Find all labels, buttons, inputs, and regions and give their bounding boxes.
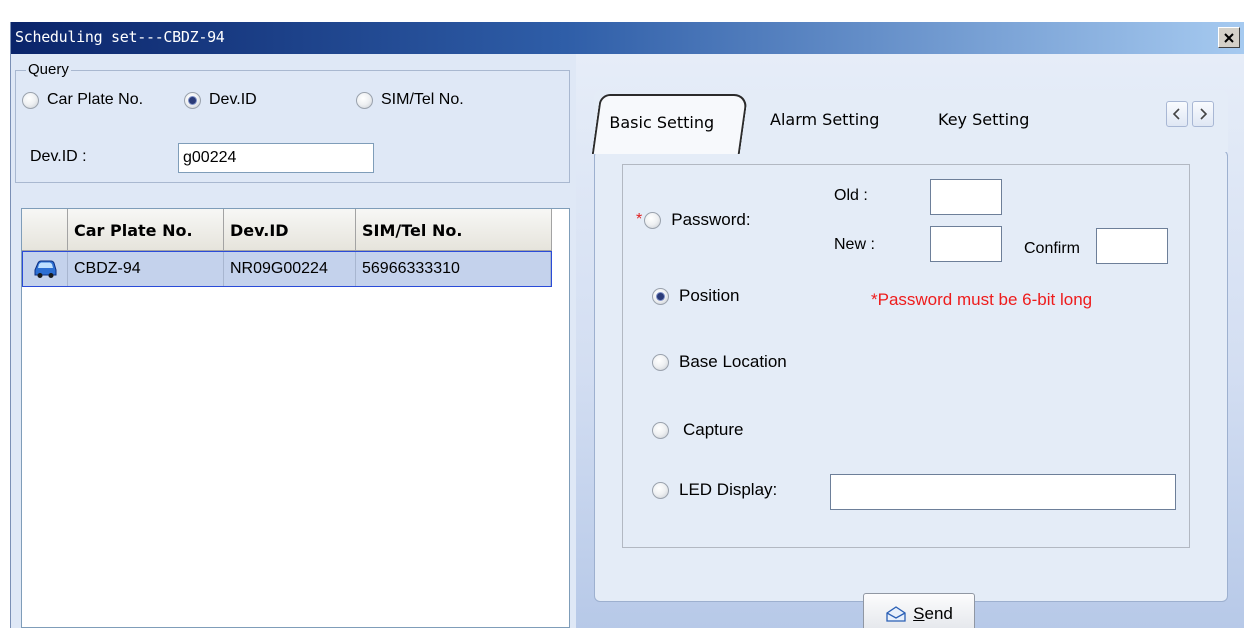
password-note: *Password must be 6-bit long (871, 290, 1093, 309)
position-label: Position (679, 286, 740, 305)
radio-position[interactable] (652, 287, 669, 305)
car-icon (23, 252, 68, 286)
required-mark: * (636, 211, 643, 228)
led-display-label: LED Display: (679, 480, 778, 499)
radio-base-location[interactable] (652, 353, 669, 371)
tab-prev-button[interactable] (1166, 101, 1188, 127)
grid-col-icon[interactable] (22, 209, 68, 251)
scheduling-window: Scheduling set---CBDZ-94 Query Car Plate… (10, 22, 1244, 628)
old-password-label: Old : (834, 187, 868, 204)
grid-col-dev-id[interactable]: Dev.ID (224, 209, 356, 251)
radio-sim-label: SIM/Tel No. (381, 91, 464, 108)
query-legend: Query (26, 61, 71, 78)
devid-input[interactable] (178, 143, 374, 173)
tab-strip: Basic Setting Alarm Setting Key Setting (591, 90, 1228, 154)
cell-sim: 56966333310 (356, 252, 551, 286)
send-button[interactable]: Send (863, 593, 975, 628)
grid-header: Car Plate No. Dev.ID SIM/Tel No. (22, 209, 552, 251)
option-base-location[interactable]: Base Location (652, 352, 787, 372)
radio-dev-id[interactable]: Dev.ID (184, 91, 257, 109)
confirm-label: Confirm (1024, 240, 1081, 257)
new-password-label: New : (834, 236, 875, 253)
query-panel: Query Car Plate No. Dev.ID SIM/Tel No. D… (11, 54, 576, 628)
capture-label: Capture (683, 420, 744, 439)
radio-car-plate-label: Car Plate No. (47, 91, 144, 108)
tab-key-setting[interactable]: Key Setting (938, 110, 1029, 129)
chevron-left-icon (1172, 108, 1180, 120)
tab-basic-setting[interactable]: Basic Setting (591, 94, 749, 154)
radio-led-display[interactable] (652, 481, 669, 499)
tab-alarm-setting[interactable]: Alarm Setting (770, 110, 879, 129)
query-group: Query Car Plate No. Dev.ID SIM/Tel No. D… (15, 61, 570, 183)
send-label-rest: end (924, 604, 953, 623)
radio-dev-id-circle[interactable] (184, 91, 201, 109)
tab-basic-setting-label: Basic Setting (609, 113, 715, 132)
radio-car-plate[interactable]: Car Plate No. (22, 91, 143, 109)
option-position[interactable]: Position (652, 286, 739, 306)
grid-col-sim[interactable]: SIM/Tel No. (356, 209, 552, 251)
radio-car-plate-circle[interactable] (22, 91, 39, 109)
radio-sim[interactable]: SIM/Tel No. (356, 91, 464, 109)
option-led-display[interactable]: LED Display: (652, 480, 777, 500)
close-button[interactable] (1218, 27, 1240, 48)
send-accelerator: S (913, 604, 925, 623)
old-password-input[interactable] (930, 179, 1002, 215)
tab-nav (1166, 101, 1214, 127)
cell-car-plate: CBDZ-94 (68, 252, 224, 286)
table-row[interactable]: CBDZ-94 NR09G00224 56966333310 (22, 251, 552, 287)
new-password-input[interactable] (930, 226, 1002, 262)
chevron-right-icon (1200, 108, 1208, 120)
tab-next-button[interactable] (1192, 101, 1214, 127)
close-icon (1224, 32, 1234, 43)
vehicle-grid: Car Plate No. Dev.ID SIM/Tel No. CBDZ-94… (21, 208, 570, 628)
settings-panel: Basic Setting Alarm Setting Key Setting … (576, 54, 1244, 628)
window-title: Scheduling set---CBDZ-94 (15, 28, 225, 46)
option-capture[interactable]: Capture (652, 420, 743, 440)
grid-col-car-plate[interactable]: Car Plate No. (68, 209, 224, 251)
base-location-label: Base Location (679, 352, 787, 371)
envelope-icon (886, 606, 906, 622)
devid-label: Dev.ID : (30, 148, 87, 165)
send-label: Send (913, 604, 953, 624)
radio-dev-id-label: Dev.ID (209, 91, 257, 108)
cell-dev-id: NR09G00224 (224, 252, 356, 286)
radio-capture[interactable] (652, 421, 669, 439)
confirm-password-input[interactable] (1096, 228, 1168, 264)
title-bar[interactable]: Scheduling set---CBDZ-94 (11, 22, 1244, 54)
option-password[interactable]: * Password: (636, 210, 751, 230)
led-display-input[interactable] (830, 474, 1176, 510)
radio-sim-circle[interactable] (356, 91, 373, 109)
password-label: Password: (671, 210, 751, 229)
radio-password[interactable] (644, 211, 662, 229)
